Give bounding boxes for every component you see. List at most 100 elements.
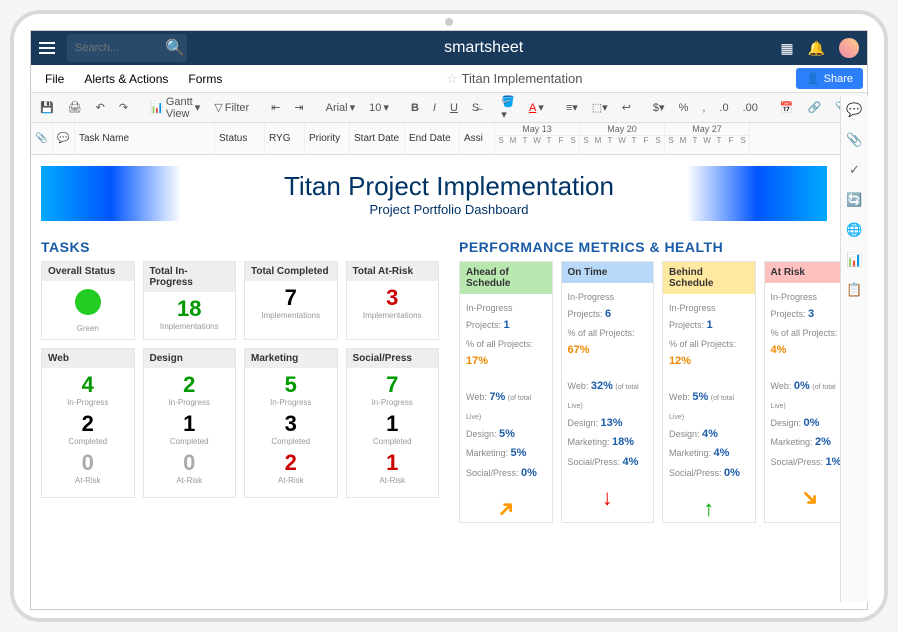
day-label: F <box>555 136 567 145</box>
banner-subtitle: Project Portfolio Dashboard <box>284 202 614 217</box>
day-label: T <box>604 136 616 145</box>
col-taskname[interactable]: Task Name <box>75 123 215 154</box>
gantt-view[interactable]: 📊 Gantt View ▾ <box>145 93 205 123</box>
outdent-icon[interactable]: ⇤ <box>266 98 285 117</box>
search-input[interactable] <box>75 42 165 54</box>
size-select[interactable]: 10 ▾ <box>364 98 394 117</box>
wrap-icon[interactable]: ↩ <box>617 98 636 117</box>
fill-icon[interactable]: 🪣▾ <box>496 92 520 124</box>
day-label: T <box>519 136 531 145</box>
format-panel-icon[interactable]: 📋 <box>846 282 862 298</box>
perf-card: Behind ScheduleIn-Progress Projects: 1% … <box>662 261 756 523</box>
card-header: Total At-Risk <box>347 262 439 281</box>
day-label: S <box>567 136 579 145</box>
day-label: T <box>543 136 555 145</box>
day-label: F <box>725 136 737 145</box>
day-label: F <box>640 136 652 145</box>
card-header: Marketing <box>245 349 337 368</box>
brand-logo: smartsheet <box>187 39 780 57</box>
banner-graphic-right <box>687 166 827 221</box>
redo-icon[interactable]: ↷ <box>114 98 133 117</box>
currency-icon[interactable]: $▾ <box>648 98 670 117</box>
menu-forms[interactable]: Forms <box>178 68 232 90</box>
banner-title: Titan Project Implementation <box>284 171 614 202</box>
col-status[interactable]: Status <box>215 123 265 154</box>
decimal-dec-icon[interactable]: .0 <box>714 99 733 117</box>
save-icon[interactable]: 💾 <box>35 98 59 117</box>
col-start[interactable]: Start Date <box>350 123 405 154</box>
undo-icon[interactable]: ↶ <box>91 98 110 117</box>
filter-button[interactable]: ▽ Filter <box>209 98 254 117</box>
side-toolbar: 💬 📎 ✓ 🔄 🌐 📊 📋 <box>840 96 868 602</box>
card-header: Social/Press <box>347 349 439 368</box>
align-top-icon[interactable]: ⬚▾ <box>587 98 613 117</box>
search-box[interactable]: 🔍 <box>67 34 187 62</box>
col-comment[interactable]: 💬 <box>53 123 75 154</box>
star-icon[interactable]: ☆ <box>446 71 458 86</box>
card-header: Design <box>144 349 236 368</box>
col-ryg[interactable]: RYG <box>265 123 305 154</box>
day-label: M <box>507 136 519 145</box>
trend-arrow: ↓ <box>562 485 654 511</box>
proof-panel-icon[interactable]: ✓ <box>849 162 860 178</box>
day-label: M <box>592 136 604 145</box>
link-icon[interactable]: 🔗 <box>803 98 827 117</box>
sheet-title: ☆Titan Implementation <box>232 71 796 87</box>
week-label: May 13 <box>495 123 579 136</box>
card-header: Total Completed <box>245 262 337 281</box>
menu-alerts[interactable]: Alerts & Actions <box>74 68 178 90</box>
menu-file[interactable]: File <box>35 68 74 90</box>
card-header: Total In-Progress <box>144 262 236 292</box>
menu-icon[interactable] <box>39 42 55 54</box>
status-card: Total At-Risk3Implementations <box>346 261 440 340</box>
font-select[interactable]: Arial ▾ <box>321 98 361 117</box>
bold-icon[interactable]: B <box>406 99 424 117</box>
activity-panel-icon[interactable]: 📊 <box>846 252 862 268</box>
italic-icon[interactable]: I <box>428 99 441 117</box>
perf-card: On TimeIn-Progress Projects: 6% of all P… <box>561 261 655 523</box>
col-end[interactable]: End Date <box>405 123 460 154</box>
comment-panel-icon[interactable]: 💬 <box>846 102 862 118</box>
day-label: S <box>495 136 507 145</box>
day-label: W <box>701 136 713 145</box>
align-left-icon[interactable]: ≡▾ <box>561 98 583 117</box>
day-label: S <box>737 136 749 145</box>
comma-icon[interactable]: , <box>697 99 710 117</box>
day-label: S <box>580 136 592 145</box>
underline-icon[interactable]: U <box>445 99 463 117</box>
day-label: T <box>628 136 640 145</box>
perf-header: On Time <box>562 262 654 283</box>
attach-panel-icon[interactable]: 📎 <box>846 132 862 148</box>
text-color-icon[interactable]: A▾ <box>524 98 549 117</box>
trend-arrow: ↑ <box>663 496 755 522</box>
day-label: S <box>665 136 677 145</box>
status-card: Overall StatusGreen <box>41 261 135 340</box>
print-icon[interactable]: 🖨 <box>63 98 87 117</box>
day-label: M <box>677 136 689 145</box>
strike-icon[interactable]: S̶ <box>467 99 484 117</box>
day-label: T <box>689 136 701 145</box>
week-label: May 20 <box>580 123 664 136</box>
col-priority[interactable]: Priority <box>305 123 350 154</box>
week-label: May 27 <box>665 123 749 136</box>
perf-card: Ahead of ScheduleIn-Progress Projects: 1… <box>459 261 553 523</box>
status-card: Total Completed7Implementations <box>244 261 338 340</box>
indent-icon[interactable]: ⇥ <box>289 98 308 117</box>
grid-icon[interactable]: ▦ <box>780 40 793 57</box>
date-icon[interactable]: 📅 <box>775 98 799 117</box>
perf-title: PERFORMANCE METRICS & HEALTH <box>459 233 857 261</box>
dept-card: Web4In-Progress2Completed0At-Risk <box>41 348 135 498</box>
col-assi[interactable]: Assi <box>460 123 495 154</box>
col-attach[interactable]: 📎 <box>31 123 53 154</box>
update-panel-icon[interactable]: 🔄 <box>846 192 862 208</box>
day-label: W <box>616 136 628 145</box>
bell-icon[interactable]: 🔔 <box>808 40 825 57</box>
day-label: S <box>652 136 664 145</box>
tasks-title: TASKS <box>41 233 439 261</box>
percent-icon[interactable]: % <box>674 99 694 117</box>
publish-panel-icon[interactable]: 🌐 <box>846 222 862 238</box>
avatar[interactable] <box>839 38 859 58</box>
column-headers: 📎 💬 Task Name Status RYG Priority Start … <box>31 123 867 155</box>
decimal-inc-icon[interactable]: .00 <box>738 99 763 117</box>
share-button[interactable]: 👤 Share <box>796 68 863 89</box>
